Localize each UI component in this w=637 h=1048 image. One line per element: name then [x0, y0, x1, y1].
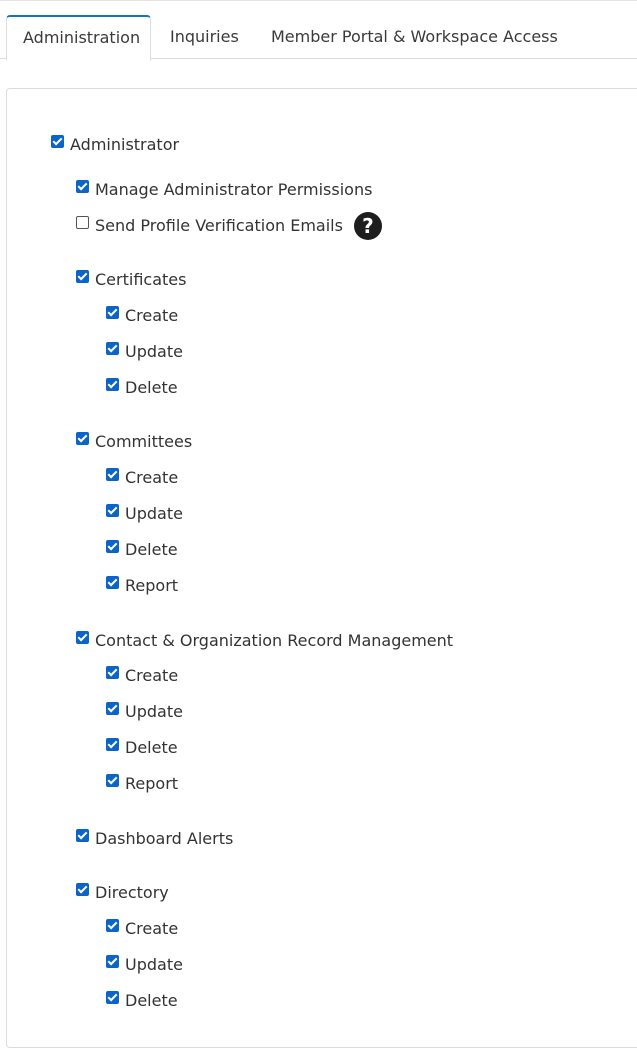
- permission-label: Certificates: [95, 269, 187, 289]
- permission-label: Create: [125, 305, 179, 325]
- checkbox[interactable]: [76, 431, 89, 445]
- permission-directory-update[interactable]: Update: [106, 953, 183, 975]
- checkbox[interactable]: [76, 179, 89, 193]
- permission-label: Update: [125, 341, 183, 361]
- checkbox[interactable]: [106, 701, 119, 715]
- permission-label: Delete: [125, 377, 178, 397]
- checkbox[interactable]: [106, 539, 119, 553]
- checkbox[interactable]: [76, 215, 89, 229]
- permission-committees-create[interactable]: Create: [106, 466, 178, 488]
- permission-label: Report: [125, 575, 179, 595]
- checkbox[interactable]: [106, 954, 119, 968]
- permission-committees-update[interactable]: Update: [106, 502, 183, 524]
- permission-label: Administrator: [70, 134, 180, 154]
- checkbox[interactable]: [76, 882, 89, 896]
- permission-committees-delete[interactable]: Delete: [106, 538, 178, 560]
- permission-label: Create: [125, 665, 179, 685]
- permission-label: Delete: [125, 990, 178, 1010]
- permission-directory-delete[interactable]: Delete: [106, 989, 178, 1011]
- permission-label: Update: [125, 954, 183, 974]
- checkbox[interactable]: [51, 134, 64, 148]
- permission-label: Send Profile Verification Emails: [95, 215, 343, 235]
- tab-administration[interactable]: Administration: [6, 15, 151, 61]
- permission-label: Directory: [95, 882, 169, 902]
- tab-member-portal-workspace-access[interactable]: Member Portal & Workspace Access: [255, 15, 574, 60]
- checkbox[interactable]: [106, 377, 119, 391]
- permission-label: Dashboard Alerts: [95, 828, 234, 848]
- permission-dashboard-alerts[interactable]: Dashboard Alerts: [76, 827, 233, 849]
- permission-committees[interactable]: Committees: [76, 430, 192, 452]
- permission-contact-create[interactable]: Create: [106, 664, 178, 686]
- permission-certificates-create[interactable]: Create: [106, 304, 178, 326]
- permission-label: Delete: [125, 737, 178, 757]
- checkbox[interactable]: [106, 918, 119, 932]
- checkbox[interactable]: [76, 269, 89, 283]
- tab-bar: Administration Inquiries Member Portal &…: [0, 0, 637, 61]
- checkbox[interactable]: [106, 665, 119, 679]
- permission-contact-report[interactable]: Report: [106, 772, 178, 794]
- permission-contact-update[interactable]: Update: [106, 700, 183, 722]
- tab-inquiries[interactable]: Inquiries: [154, 15, 255, 60]
- checkbox[interactable]: [76, 828, 89, 842]
- permission-certificates-delete[interactable]: Delete: [106, 376, 178, 398]
- permission-contact-organization-record-management[interactable]: Contact & Organization Record Management: [76, 629, 453, 651]
- permission-label: Contact & Organization Record Management: [95, 630, 454, 650]
- permission-label: Update: [125, 701, 183, 721]
- checkbox[interactable]: [106, 773, 119, 787]
- checkbox[interactable]: [106, 737, 119, 751]
- permission-label: Update: [125, 503, 183, 523]
- question-circle-icon[interactable]: ?: [353, 212, 382, 240]
- checkbox[interactable]: [106, 575, 119, 589]
- checkbox[interactable]: [106, 305, 119, 319]
- permission-administrator[interactable]: Administrator: [51, 133, 179, 155]
- permission-label: Create: [125, 467, 179, 487]
- checkbox[interactable]: [106, 341, 119, 355]
- permission-label: Manage Administrator Permissions: [95, 179, 373, 199]
- permission-label: Report: [125, 773, 179, 793]
- permission-contact-delete[interactable]: Delete: [106, 736, 178, 758]
- permission-certificates[interactable]: Certificates: [76, 268, 186, 290]
- permission-directory[interactable]: Directory: [76, 881, 169, 903]
- permission-label: Create: [125, 918, 179, 938]
- checkbox[interactable]: [106, 503, 119, 517]
- permission-label: Committees: [95, 431, 193, 451]
- permission-label: Delete: [125, 539, 178, 559]
- checkbox[interactable]: [76, 630, 89, 644]
- permission-send-profile-verification-emails[interactable]: Send Profile Verification Emails ?: [76, 212, 382, 240]
- checkbox[interactable]: [106, 467, 119, 481]
- permission-committees-report[interactable]: Report: [106, 574, 178, 596]
- checkbox[interactable]: [106, 990, 119, 1004]
- permission-certificates-update[interactable]: Update: [106, 340, 183, 362]
- permission-directory-create[interactable]: Create: [106, 917, 178, 939]
- permission-manage-administrator-permissions[interactable]: Manage Administrator Permissions: [76, 178, 372, 200]
